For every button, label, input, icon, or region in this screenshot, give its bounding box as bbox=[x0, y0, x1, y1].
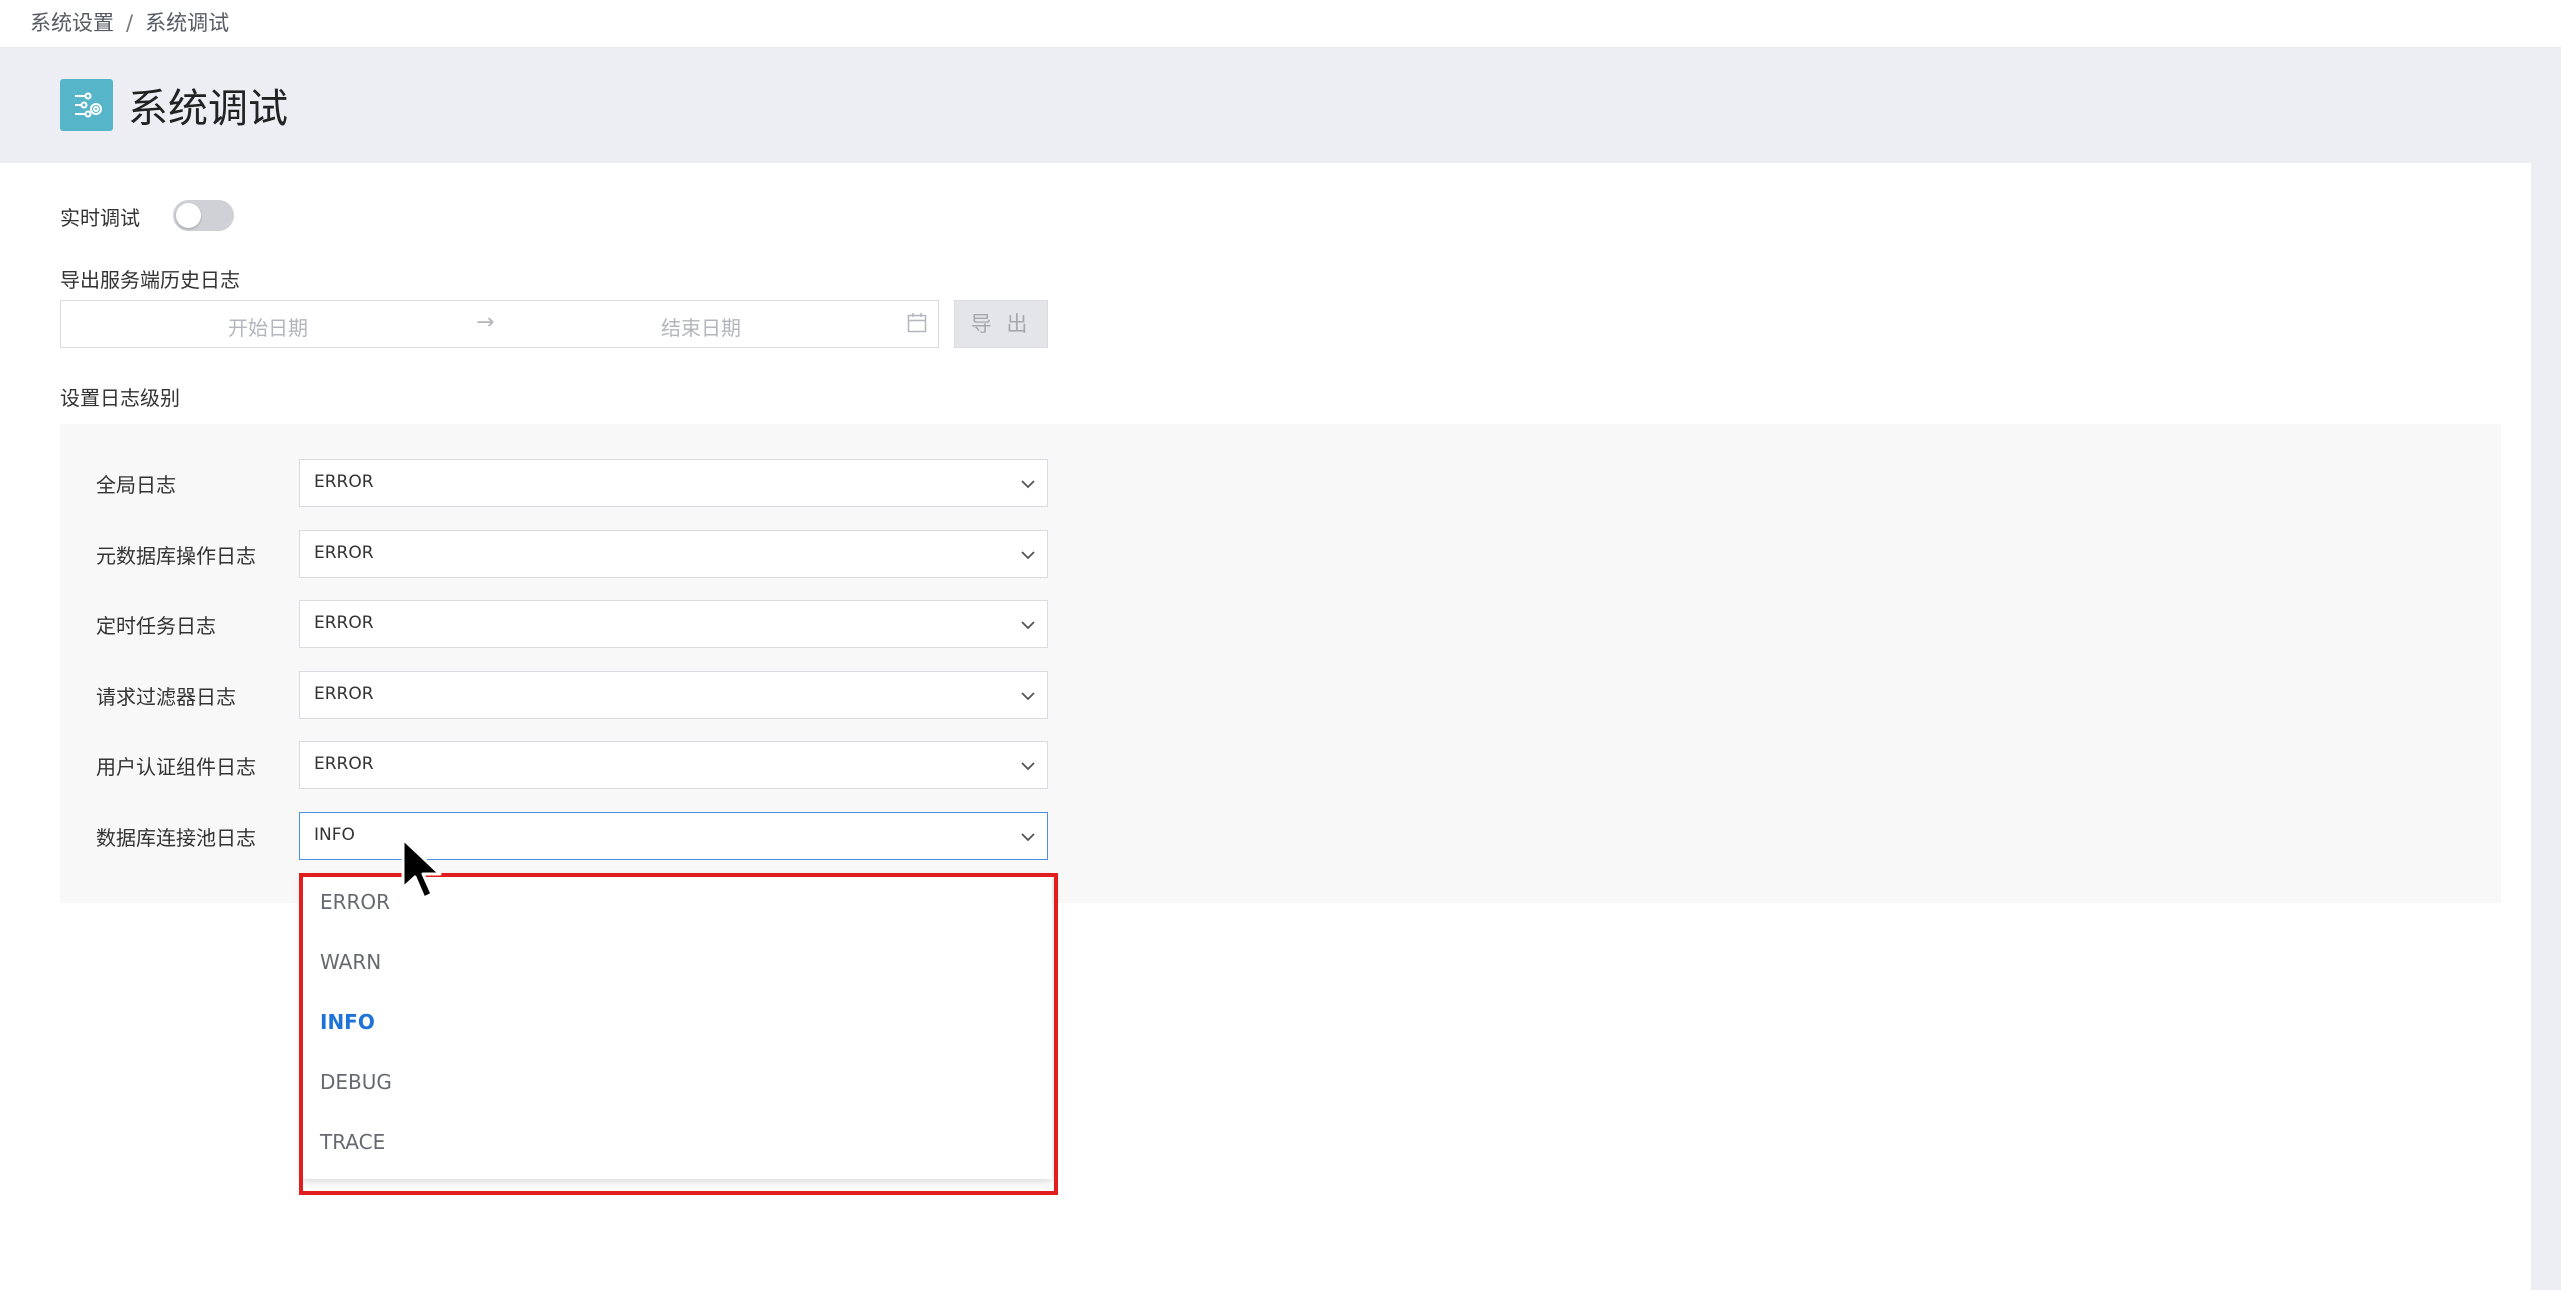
db-pool-log-label: 数据库连接池日志 bbox=[96, 826, 256, 850]
chevron-down-icon bbox=[1021, 551, 1035, 560]
page-header bbox=[0, 48, 2561, 163]
end-date-input[interactable]: 结束日期 bbox=[661, 312, 741, 341]
scheduled-task-log-label: 定时任务日志 bbox=[96, 614, 216, 638]
page-margin bbox=[2531, 163, 2561, 1290]
option-info[interactable]: INFO bbox=[320, 1010, 375, 1034]
request-filter-log-select[interactable]: ERROR bbox=[299, 671, 1048, 719]
toggle-knob bbox=[176, 203, 201, 228]
realtime-debug-toggle[interactable] bbox=[173, 200, 234, 231]
select-value: ERROR bbox=[314, 543, 374, 563]
chevron-down-icon bbox=[1021, 692, 1035, 701]
export-button[interactable]: 导 出 bbox=[954, 300, 1048, 348]
export-logs-label: 导出服务端历史日志 bbox=[60, 268, 240, 292]
breadcrumb-parent[interactable]: 系统设置 bbox=[30, 11, 114, 35]
chevron-down-icon bbox=[1021, 480, 1035, 489]
top-bar: 系统设置 / 系统调试 bbox=[0, 0, 2561, 48]
select-value: INFO bbox=[314, 825, 355, 845]
metadata-db-log-label: 元数据库操作日志 bbox=[96, 544, 256, 568]
breadcrumb: 系统设置 / 系统调试 bbox=[30, 7, 229, 37]
debug-settings-icon bbox=[60, 79, 113, 131]
global-log-select[interactable]: ERROR bbox=[299, 459, 1048, 507]
option-error[interactable]: ERROR bbox=[320, 890, 390, 914]
mouse-cursor-icon bbox=[401, 837, 442, 900]
page-title: 系统调试 bbox=[128, 86, 288, 132]
option-warn[interactable]: WARN bbox=[320, 950, 381, 974]
realtime-debug-label: 实时调试 bbox=[60, 206, 140, 230]
chevron-down-icon bbox=[1021, 762, 1035, 771]
user-auth-log-select[interactable]: ERROR bbox=[299, 741, 1048, 789]
breadcrumb-separator: / bbox=[126, 11, 134, 35]
user-auth-log-label: 用户认证组件日志 bbox=[96, 755, 256, 779]
select-value: ERROR bbox=[314, 472, 374, 492]
global-log-label: 全局日志 bbox=[96, 473, 176, 497]
log-level-dropdown: ERROR WARN INFO DEBUG TRACE bbox=[302, 875, 1052, 1179]
start-date-input[interactable]: 开始日期 bbox=[228, 312, 308, 341]
select-value: ERROR bbox=[314, 613, 374, 633]
date-range-picker[interactable]: 开始日期 → 结束日期 bbox=[60, 300, 939, 348]
log-levels-section-label: 设置日志级别 bbox=[60, 386, 180, 410]
select-value: ERROR bbox=[314, 684, 374, 704]
option-trace[interactable]: TRACE bbox=[320, 1130, 385, 1154]
request-filter-log-label: 请求过滤器日志 bbox=[96, 685, 236, 709]
option-debug[interactable]: DEBUG bbox=[320, 1070, 392, 1094]
range-arrow: → bbox=[476, 310, 495, 335]
select-value: ERROR bbox=[314, 754, 374, 774]
chevron-down-icon bbox=[1021, 833, 1035, 842]
metadata-db-log-select[interactable]: ERROR bbox=[299, 530, 1048, 578]
breadcrumb-current: 系统调试 bbox=[145, 11, 230, 35]
calendar-icon[interactable] bbox=[907, 312, 927, 334]
scheduled-task-log-select[interactable]: ERROR bbox=[299, 600, 1048, 648]
chevron-down-icon bbox=[1021, 621, 1035, 630]
